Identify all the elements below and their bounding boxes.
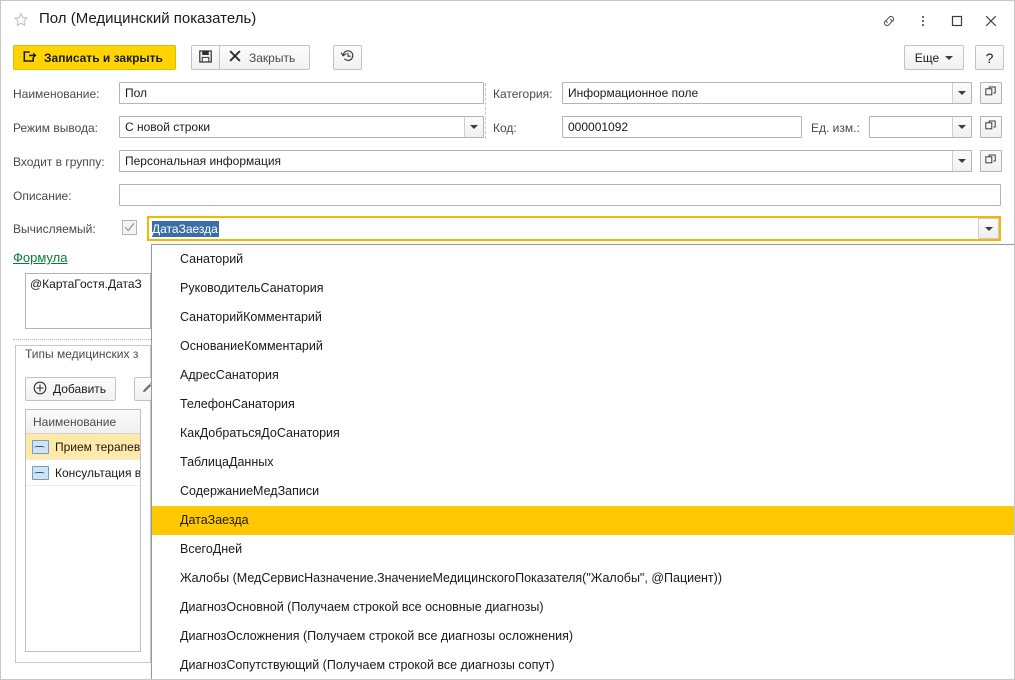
description-label: Описание: [13,189,72,203]
maximize-icon[interactable] [940,10,974,32]
plus-circle-icon [33,381,47,398]
unit-label: Ед. изм.: [811,121,860,135]
save-and-close-icon [22,49,37,67]
grid-column-header: Наименование [26,410,140,434]
dropdown-item[interactable]: ОснованиеКомментарий [152,332,1014,361]
dropdown-item[interactable]: АдресСанатория [152,361,1014,390]
output-mode-input[interactable]: С новой строки [119,116,484,138]
column-separator [485,83,486,139]
chevron-down-icon [958,159,966,163]
add-button[interactable]: Добавить [25,377,117,401]
description-input[interactable] [119,184,1001,206]
output-mode-value: С новой строки [125,120,211,134]
open-selection-icon [985,120,997,135]
close-button[interactable]: Закрыть [219,45,311,70]
history-clock-icon [340,48,356,67]
help-button-label: ? [985,49,994,66]
help-button[interactable]: ? [975,45,1004,70]
code-input[interactable]: 000001092 [562,116,802,138]
unit-input[interactable] [869,116,972,138]
command-bar: Записать и закрыть Закрыть Еще ? [1,39,1014,77]
group-input-value: Персональная информация [125,154,282,168]
code-label: Код: [493,121,517,135]
name-label: Наименование: [13,87,100,101]
output-mode-dropdown-button[interactable] [464,117,483,137]
dropdown-item[interactable]: ДиагнозОсложнения (Получаем строкой все … [152,622,1014,651]
calculated-expression-value: ДатаЗаезда [152,220,219,237]
save-button[interactable] [191,45,219,70]
dropdown-item[interactable]: РуководительСанатория [152,274,1014,303]
unit-dropdown-button[interactable] [952,117,971,137]
close-icon[interactable] [974,10,1008,32]
window-title: Пол (Медицинский показатель) [39,10,257,27]
more-button-label: Еще [914,50,940,65]
calculated-expression-dropdown-button[interactable] [978,218,999,239]
chevron-down-icon [958,125,966,129]
category-input[interactable]: Информационное поле [562,82,972,104]
dropdown-item[interactable]: ВсегоДней [152,535,1014,564]
save-and-close-button[interactable]: Записать и закрыть [13,45,176,70]
expression-dropdown-popup[interactable]: Санаторий РуководительСанатория Санатори… [151,244,1014,679]
formula-textarea[interactable]: @КартаГостя.ДатаЗ [25,273,151,329]
group-input[interactable]: Персональная информация [119,150,972,172]
category-input-value: Информационное поле [568,86,699,100]
table-row[interactable]: Прием терапев [26,434,140,460]
table-row-label: Прием терапев [55,439,141,454]
dropdown-item[interactable]: Санаторий [152,245,1014,274]
calculated-checkbox[interactable] [122,220,137,235]
open-selection-icon [985,154,997,169]
title-bar: Пол (Медицинский показатель) [1,1,1014,39]
application-window: Пол (Медицинский показатель) Записать и … [0,0,1015,680]
chevron-down-icon [945,55,954,60]
category-label: Категория: [493,87,553,101]
dropdown-item-selected[interactable]: ДатаЗаезда [152,506,1014,535]
dropdown-item[interactable]: ТаблицаДанных [152,448,1014,477]
kebab-menu-icon[interactable] [906,10,940,32]
floppy-save-icon [198,49,213,67]
calculated-expression-combo[interactable]: ДатаЗаезда [147,216,1001,241]
table-row-label: Консультация в [55,465,141,480]
save-and-close-label: Записать и закрыть [44,50,163,65]
category-dropdown-button[interactable] [952,83,971,103]
output-mode-label: Режим вывода: [13,121,98,135]
calculated-label: Вычисляемый: [13,222,96,236]
close-button-label: Закрыть [249,50,296,65]
category-select-button[interactable] [980,82,1002,104]
dropdown-item[interactable]: ДиагнозСопутствующий (Получаем строкой в… [152,651,1014,679]
unit-select-button[interactable] [980,116,1002,138]
close-x-icon [229,50,241,65]
group-label: Входит в группу: [13,155,105,169]
add-button-label: Добавить [53,382,107,396]
name-input[interactable]: Пол [119,82,484,104]
open-selection-icon [985,86,997,101]
chevron-down-icon [984,226,993,231]
dropdown-item[interactable]: СанаторийКомментарий [152,303,1014,332]
link-icon[interactable] [872,10,906,32]
formula-link[interactable]: Формула [13,250,67,265]
group-select-button[interactable] [980,150,1002,172]
table-row[interactable]: Консультация в [26,460,140,486]
history-button[interactable] [333,45,362,70]
med-record-types-title: Типы медицинских з [25,347,139,361]
code-input-value: 000001092 [568,120,629,134]
checkmark-icon [124,223,135,232]
dropdown-item[interactable]: СодержаниеМедЗаписи [152,477,1014,506]
window-controls [872,10,1008,32]
dropdown-item[interactable]: ДиагнозОсновной (Получаем строкой все ос… [152,593,1014,622]
panel-splitter[interactable] [13,339,151,340]
med-record-types-grid: Наименование Прием терапев Консультация … [25,409,141,652]
dropdown-item[interactable]: КакДобратьсяДоСанатория [152,419,1014,448]
more-button[interactable]: Еще [904,45,964,70]
dropdown-item[interactable]: Жалобы (МедСервисНазначение.ЗначениеМеди… [152,564,1014,593]
chevron-down-icon [470,125,478,129]
record-type-icon [32,465,49,480]
record-type-icon [32,439,49,454]
name-input-value: Пол [125,86,148,100]
group-dropdown-button[interactable] [952,151,971,171]
favorite-star-icon[interactable] [13,12,29,28]
dropdown-item[interactable]: ТелефонСанатория [152,390,1014,419]
formula-text: @КартаГостя.ДатаЗ [30,277,142,291]
chevron-down-icon [958,91,966,95]
